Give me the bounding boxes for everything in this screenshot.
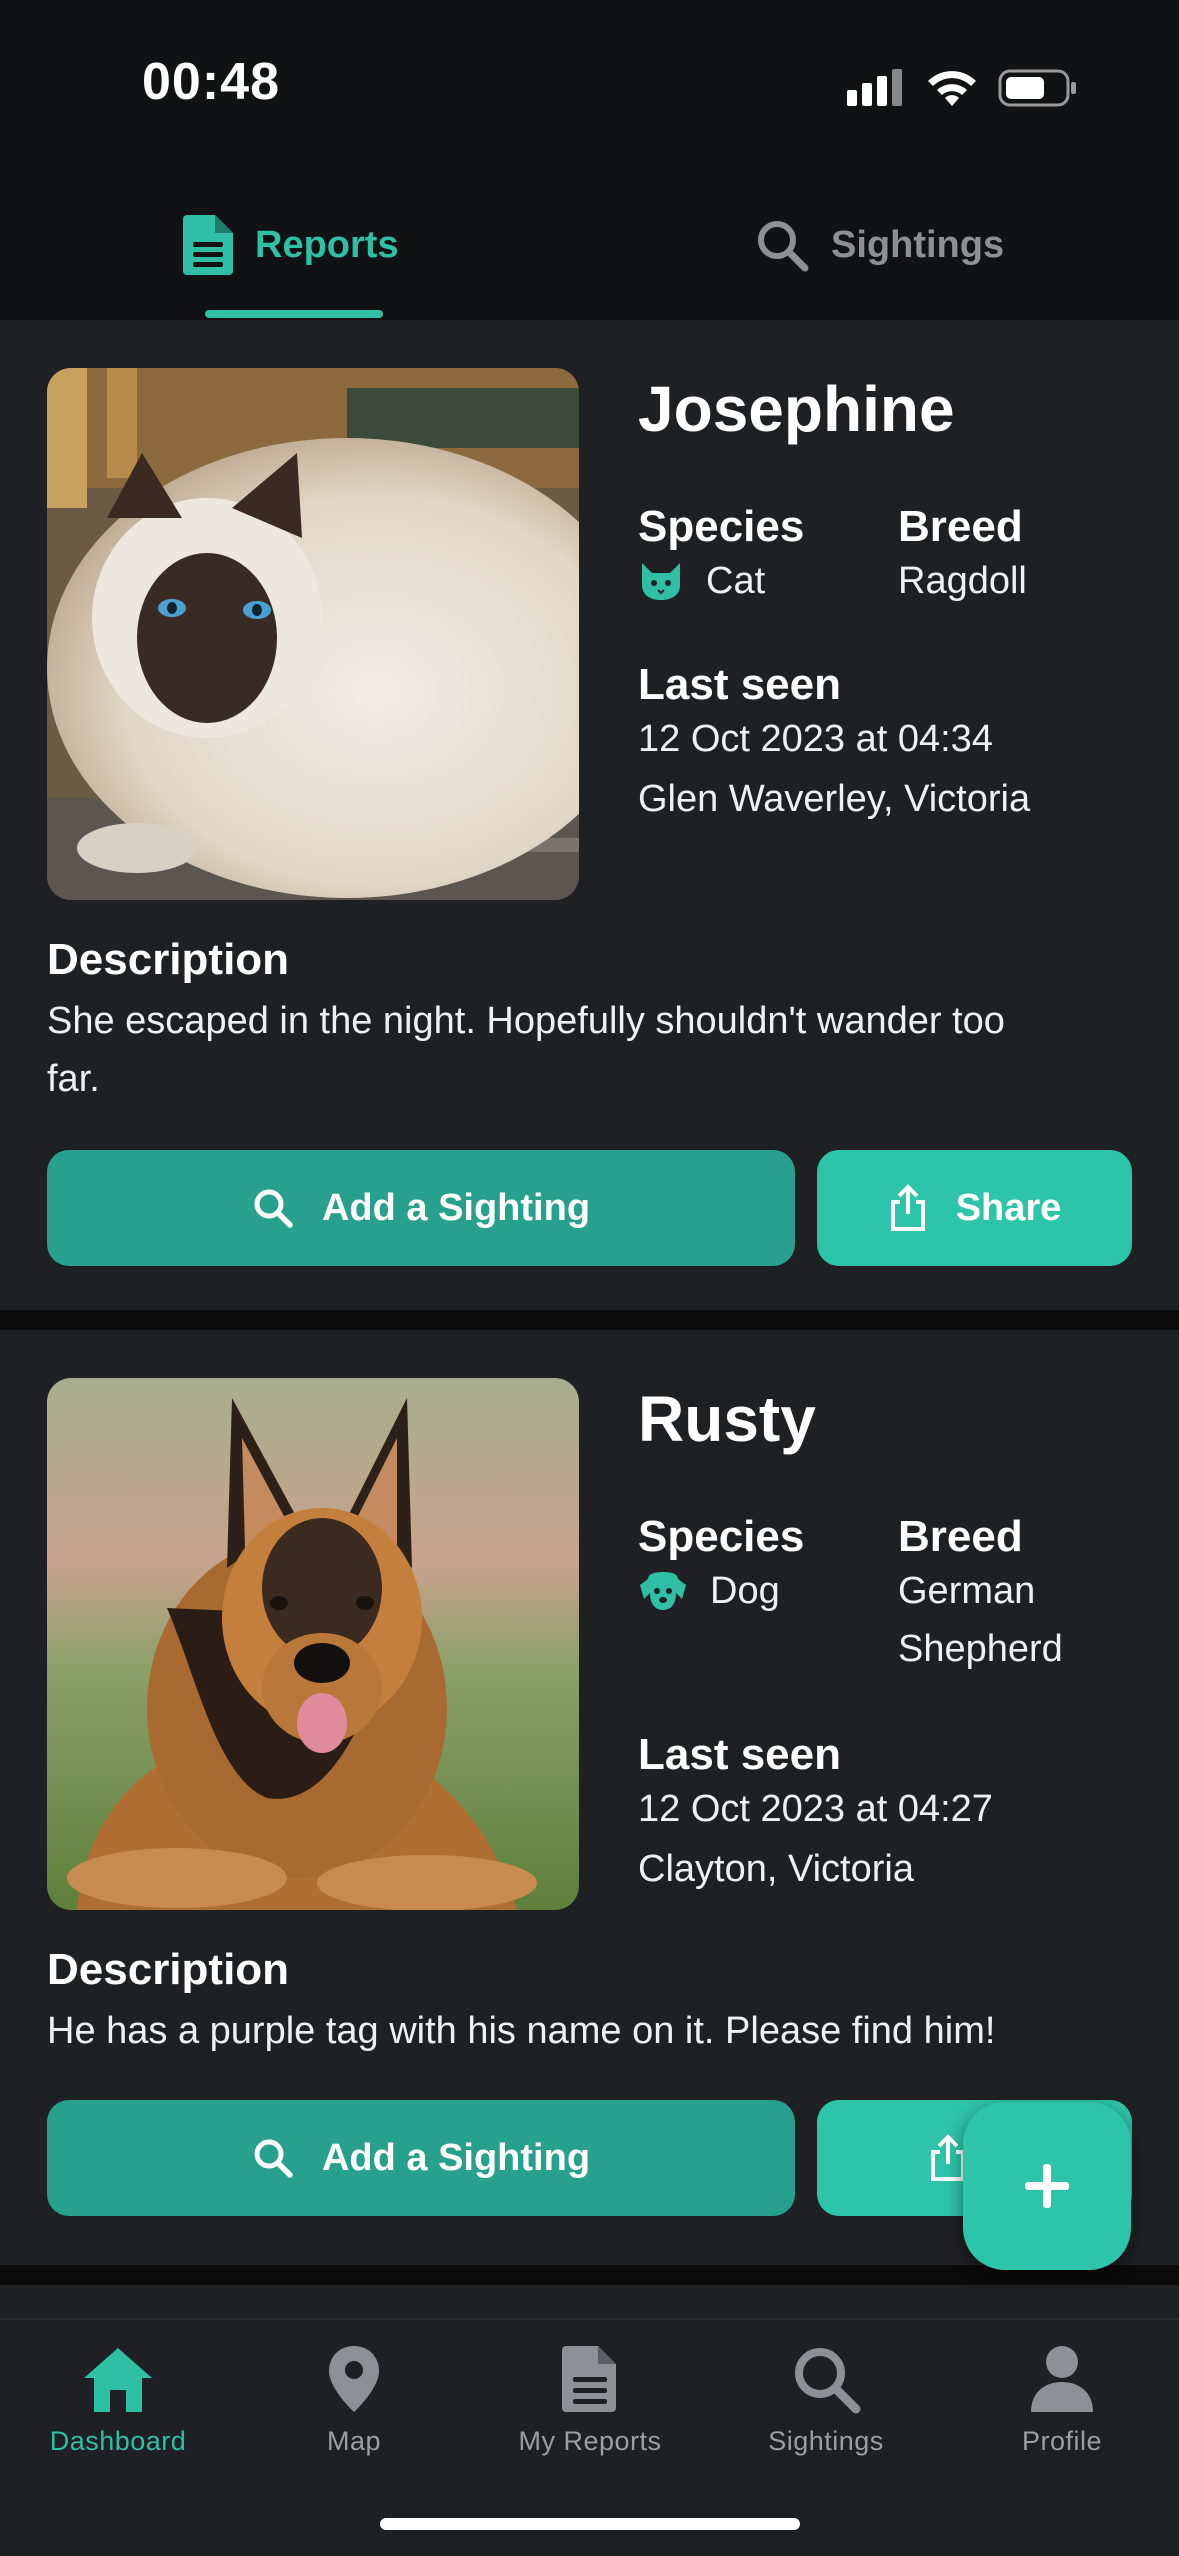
plus-icon bbox=[1025, 2164, 1069, 2208]
document-icon bbox=[183, 215, 233, 275]
last-seen-date: 12 Oct 2023 at 04:27 bbox=[638, 1788, 993, 1830]
share-icon bbox=[930, 2134, 965, 2181]
app-screen: 00:48 Reports Sightings Josephine Specie… bbox=[0, 0, 1179, 2556]
home-icon bbox=[84, 2348, 152, 2412]
nav-profile[interactable]: Profile bbox=[944, 2344, 1179, 2484]
pet-photo bbox=[47, 368, 579, 900]
description-label: Description bbox=[47, 1945, 290, 1994]
nav-map-label: Map bbox=[326, 2426, 382, 2456]
description-text: She escaped in the night. Hopefully shou… bbox=[47, 1000, 1005, 1042]
person-icon bbox=[1031, 2346, 1093, 2412]
tab-sightings-label: Sightings bbox=[831, 223, 1005, 266]
description-label: Description bbox=[47, 935, 290, 984]
breed-value: Ragdoll bbox=[898, 560, 1027, 602]
add-sighting-label: Add a Sighting bbox=[321, 1186, 591, 1229]
document-icon bbox=[562, 2346, 616, 2412]
nav-dashboard-label: Dashboard bbox=[49, 2426, 187, 2456]
species-label: Species bbox=[638, 1512, 805, 1561]
nav-sightings[interactable]: Sightings bbox=[708, 2344, 944, 2484]
add-sighting-label: Add a Sighting bbox=[321, 2136, 591, 2179]
add-report-fab[interactable] bbox=[963, 2102, 1131, 2270]
nav-my-reports[interactable]: My Reports bbox=[472, 2344, 708, 2484]
home-indicator[interactable] bbox=[380, 2518, 800, 2530]
dog-photo-image bbox=[47, 1378, 579, 1910]
tab-reports-label: Reports bbox=[255, 223, 399, 266]
share-button[interactable]: Share bbox=[817, 1150, 1132, 1266]
add-sighting-button[interactable]: Add a Sighting bbox=[47, 2100, 795, 2216]
map-pin-icon bbox=[329, 2346, 379, 2412]
nav-map[interactable]: Map bbox=[236, 2344, 472, 2484]
last-seen-location: Clayton, Victoria bbox=[638, 1848, 914, 1890]
reports-list[interactable]: Josephine Species Cat Breed Ragdoll Last… bbox=[0, 320, 1179, 2318]
search-icon bbox=[254, 2139, 293, 2178]
breed-value: German bbox=[898, 1570, 1036, 1612]
tab-sightings[interactable]: Sightings bbox=[755, 170, 1004, 320]
status-time: 00:48 bbox=[142, 53, 280, 111]
breed-label: Breed bbox=[898, 1512, 1023, 1561]
nav-profile-label: Profile bbox=[1021, 2426, 1103, 2456]
add-sighting-button[interactable]: Add a Sighting bbox=[47, 1150, 795, 1266]
cat-photo-image bbox=[47, 368, 579, 900]
species-text: Dog bbox=[710, 1570, 780, 1612]
last-seen-date: 12 Oct 2023 at 04:34 bbox=[638, 718, 993, 760]
species-label: Species bbox=[638, 502, 805, 551]
description-text: He has a purple tag with his name on it.… bbox=[47, 2010, 996, 2052]
last-seen-label: Last seen bbox=[638, 660, 841, 709]
search-icon bbox=[254, 1189, 293, 1228]
tab-reports[interactable]: Reports bbox=[183, 170, 399, 320]
nav-dashboard[interactable]: Dashboard bbox=[0, 2344, 236, 2484]
wifi-icon bbox=[928, 71, 976, 106]
last-seen-label: Last seen bbox=[638, 1730, 841, 1779]
cat-icon bbox=[642, 563, 680, 600]
nav-sightings-label: Sightings bbox=[768, 2426, 884, 2456]
pet-name: Josephine bbox=[638, 373, 955, 445]
report-card bbox=[0, 2285, 1179, 2318]
search-icon bbox=[758, 221, 809, 272]
species-text: Cat bbox=[706, 560, 766, 602]
nav-my-reports-label: My Reports bbox=[518, 2426, 662, 2456]
report-card: Josephine Species Cat Breed Ragdoll Last… bbox=[0, 320, 1179, 1310]
pet-photo bbox=[47, 1378, 579, 1910]
share-label: Share bbox=[955, 1186, 1062, 1229]
last-seen-location: Glen Waverley, Victoria bbox=[638, 778, 1031, 820]
species-value: Dog bbox=[638, 1562, 780, 1620]
species-value: Cat bbox=[638, 552, 765, 610]
status-bar: 00:48 bbox=[0, 0, 1179, 170]
description-text-line2: far. bbox=[47, 1058, 100, 1100]
battery-icon bbox=[998, 69, 1076, 107]
breed-label: Breed bbox=[898, 502, 1023, 551]
pet-name: Rusty bbox=[638, 1383, 816, 1455]
dog-icon bbox=[640, 1572, 686, 1610]
share-icon bbox=[890, 1184, 925, 1231]
cellular-signal-icon bbox=[847, 69, 902, 106]
top-tab-bar: Reports Sightings bbox=[0, 170, 1179, 320]
active-tab-indicator bbox=[205, 310, 383, 318]
search-icon bbox=[795, 2348, 861, 2414]
breed-value-line2: Shepherd bbox=[898, 1628, 1063, 1670]
